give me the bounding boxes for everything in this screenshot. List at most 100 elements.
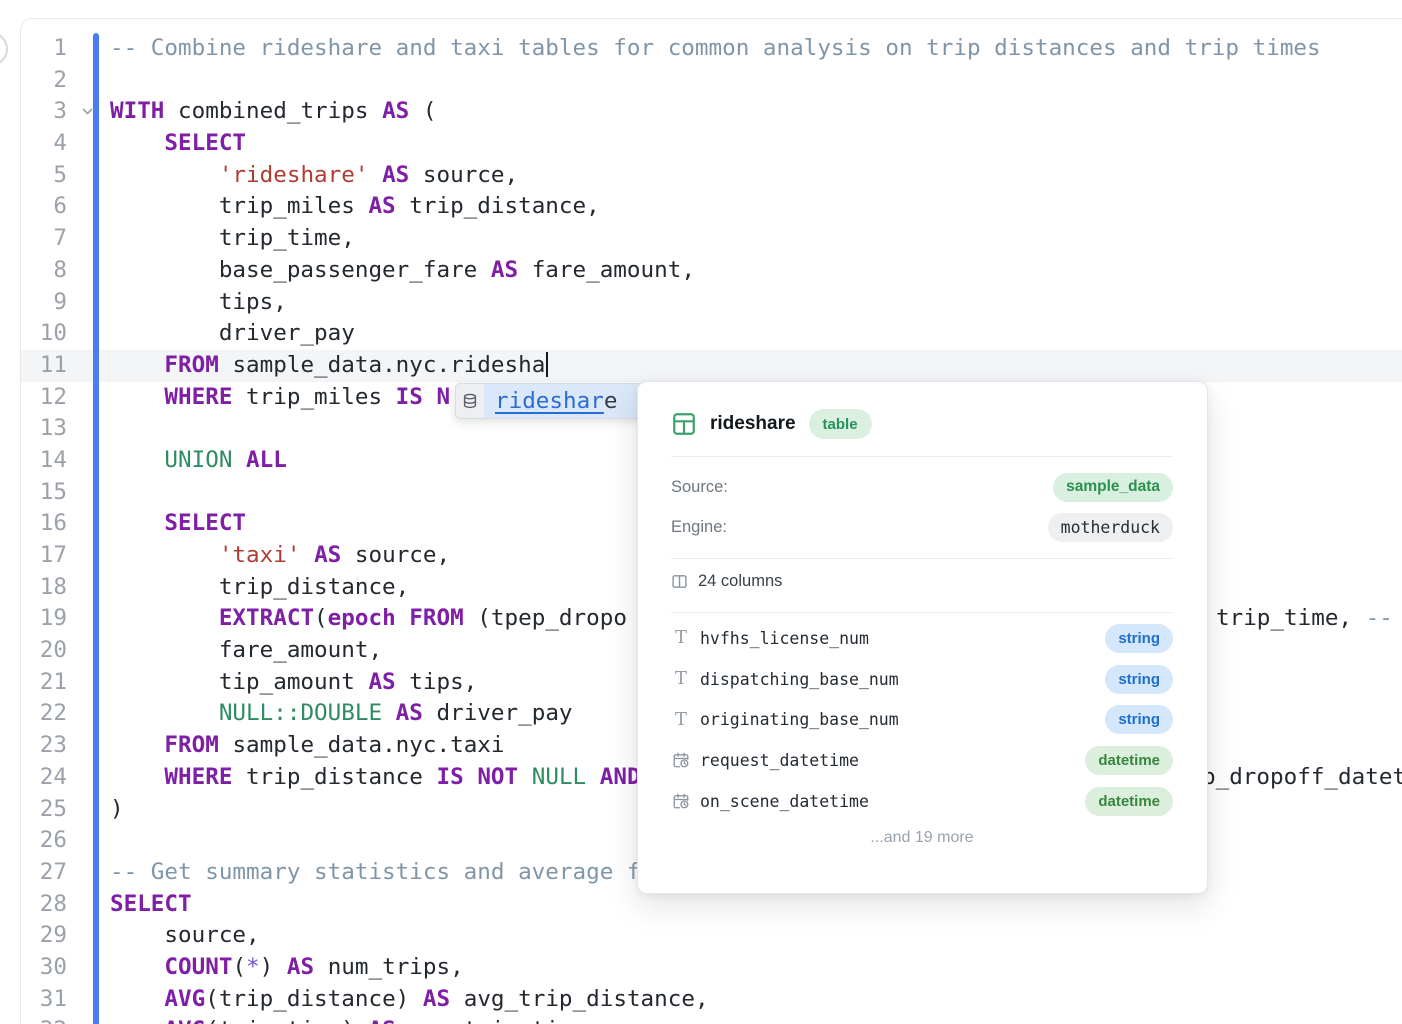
code-token bbox=[586, 764, 600, 790]
code-token bbox=[110, 352, 164, 378]
code-token: tips, bbox=[396, 669, 478, 695]
code-line[interactable]: AVG(trip_distance) AS avg_trip_distance, bbox=[110, 984, 1402, 1016]
columns-count-label: 24 columns bbox=[698, 572, 782, 591]
code-token: * bbox=[246, 954, 260, 980]
info-label: Source: bbox=[671, 478, 728, 497]
column-row: T hvfhs_license_num string bbox=[671, 618, 1173, 659]
info-row: Source: sample_data bbox=[671, 467, 1173, 507]
popover-header: rideshare table bbox=[671, 402, 1173, 446]
column-row: T dispatching_base_num string bbox=[671, 659, 1173, 700]
code-token: trip_distance bbox=[232, 764, 436, 790]
info-label: Engine: bbox=[671, 518, 727, 537]
code-token bbox=[518, 764, 532, 790]
code-line[interactable]: WITH combined_trips AS ( bbox=[110, 96, 1402, 128]
columns-icon bbox=[671, 573, 688, 590]
line-number: 6 bbox=[20, 191, 67, 223]
code-token bbox=[110, 954, 164, 980]
datetime-type-icon bbox=[672, 751, 690, 769]
code-line[interactable]: SELECT bbox=[110, 128, 1402, 160]
occluded-line-tail: p_dropoff_datet bbox=[1202, 762, 1402, 794]
autocomplete-item-rideshare[interactable]: rideshare bbox=[484, 384, 648, 418]
code-line[interactable]: driver_pay bbox=[110, 318, 1402, 350]
code-line[interactable]: 'rideshare' AS source, bbox=[110, 160, 1402, 192]
code-token: base_passenger_fare bbox=[110, 257, 491, 283]
code-token: FROM bbox=[164, 352, 218, 378]
code-token bbox=[464, 764, 478, 790]
code-token: NULL bbox=[532, 764, 586, 790]
code-line[interactable]: COUNT(*) AS num_trips, bbox=[110, 952, 1402, 984]
code-token: 'rideshare' bbox=[219, 162, 369, 188]
table-icon bbox=[671, 411, 697, 437]
line-number: 9 bbox=[20, 287, 67, 319]
code-token bbox=[110, 732, 164, 758]
column-row: request_datetime datetime bbox=[671, 740, 1173, 781]
code-token bbox=[110, 384, 164, 410]
divider bbox=[671, 456, 1173, 457]
code-token: sample_data.nyc.ridesha bbox=[219, 352, 545, 378]
text-type-icon: T bbox=[675, 629, 687, 647]
code-token bbox=[300, 542, 314, 568]
code-token bbox=[423, 384, 437, 410]
column-type-icon: T bbox=[671, 670, 691, 688]
code-token: WHERE bbox=[164, 764, 232, 790]
line-number: 4 bbox=[20, 128, 67, 160]
line-number: 10 bbox=[20, 318, 67, 350]
column-name: request_datetime bbox=[700, 751, 859, 770]
code-token bbox=[110, 447, 164, 473]
line-number: 23 bbox=[20, 730, 67, 762]
code-token: combined_trips bbox=[164, 98, 382, 124]
code-line[interactable]: trip_time, bbox=[110, 223, 1402, 255]
divider bbox=[671, 612, 1173, 613]
code-token bbox=[382, 700, 396, 726]
code-token: WHERE bbox=[164, 384, 232, 410]
code-line[interactable]: -- Combine rideshare and taxi tables for… bbox=[110, 33, 1402, 65]
code-token: WITH bbox=[110, 98, 164, 124]
code-line[interactable]: source, bbox=[110, 920, 1402, 952]
code-token: trip_distance, bbox=[110, 574, 409, 600]
column-type-icon bbox=[671, 792, 691, 810]
info-row: Engine: motherduck bbox=[671, 507, 1173, 547]
code-token: NULL::DOUBLE bbox=[219, 700, 382, 726]
code-line[interactable]: base_passenger_fare AS fare_amount, bbox=[110, 255, 1402, 287]
code-token: IS bbox=[436, 764, 463, 790]
code-line[interactable]: FROM sample_data.nyc.ridesha bbox=[110, 350, 1402, 382]
sql-editor-stage: 1234567891011121314151617181920212223242… bbox=[0, 0, 1402, 1024]
line-number: 24 bbox=[20, 762, 67, 794]
line-number: 27 bbox=[20, 857, 67, 889]
code-line[interactable]: tips, bbox=[110, 287, 1402, 319]
line-number: 12 bbox=[20, 382, 67, 414]
column-name: originating_base_num bbox=[700, 710, 899, 729]
code-token: ( bbox=[314, 605, 328, 631]
column-type-badge: datetime bbox=[1085, 787, 1173, 816]
code-token: source, bbox=[341, 542, 450, 568]
line-number: 29 bbox=[20, 920, 67, 952]
code-token: driver_pay bbox=[423, 700, 573, 726]
line-number: 25 bbox=[20, 794, 67, 826]
database-icon bbox=[456, 384, 484, 418]
code-token bbox=[396, 605, 410, 631]
code-line[interactable]: AVG(trip_time) AS avg_trip_time, bbox=[110, 1015, 1402, 1024]
code-token: AS bbox=[287, 954, 314, 980]
column-type-icon bbox=[671, 751, 691, 769]
code-token: tip_amount bbox=[110, 669, 368, 695]
code-token: AS bbox=[368, 669, 395, 695]
code-token: trip_time, bbox=[1216, 605, 1366, 631]
code-token: source, bbox=[110, 922, 260, 948]
code-token: COUNT bbox=[164, 954, 232, 980]
code-token bbox=[110, 1017, 164, 1024]
code-token bbox=[110, 700, 219, 726]
code-line[interactable]: trip_miles AS trip_distance, bbox=[110, 191, 1402, 223]
line-number: 11 bbox=[20, 350, 67, 382]
column-type-badge: string bbox=[1105, 624, 1173, 653]
code-token: trip_time, bbox=[110, 225, 355, 251]
code-line[interactable] bbox=[110, 65, 1402, 97]
text-type-icon: T bbox=[675, 711, 687, 729]
line-number: 3 bbox=[20, 96, 67, 128]
code-token: trip_miles bbox=[110, 193, 368, 219]
code-token: trip_distance, bbox=[396, 193, 600, 219]
code-token: ) bbox=[110, 796, 124, 822]
text-type-icon: T bbox=[675, 670, 687, 688]
line-number: 18 bbox=[20, 572, 67, 604]
code-token: FROM bbox=[409, 605, 463, 631]
line-number: 7 bbox=[20, 223, 67, 255]
